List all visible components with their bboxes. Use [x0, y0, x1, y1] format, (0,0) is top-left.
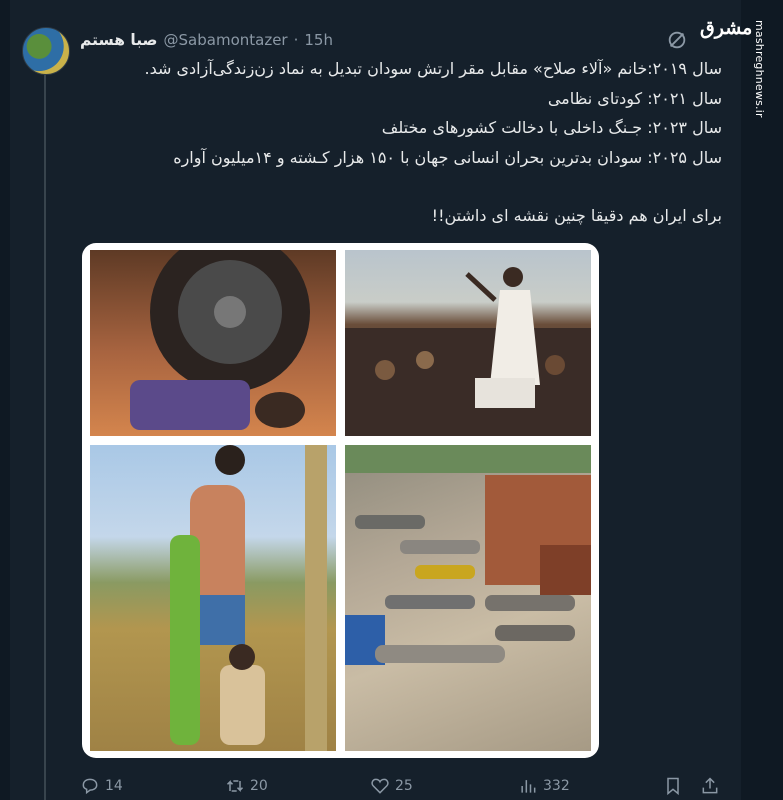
photo-tree[interactable]	[90, 445, 336, 751]
avatar[interactable]	[22, 27, 70, 75]
tweet-time[interactable]: 15h	[304, 31, 333, 49]
repost-count: 20	[250, 778, 268, 794]
tweet-text: سال ۲۰۱۹:خانم «آلاء صلاح» مقابل مقر ارتش…	[82, 54, 722, 231]
display-name[interactable]: صبا هستم	[80, 31, 158, 49]
reply-count: 14	[105, 778, 123, 794]
tweet-line: برای ایران هم دقیقا چنین نقشه ای داشتن!!	[431, 206, 722, 225]
photo-crowd[interactable]	[345, 250, 591, 436]
media-grid[interactable]	[82, 243, 599, 758]
tweet-header: صبا هستم @Sabamontazer · 15h	[80, 28, 690, 52]
separator-dot: ·	[293, 31, 299, 49]
repost-button[interactable]: 20	[225, 776, 268, 796]
bookmark-button[interactable]	[663, 776, 683, 796]
share-icon	[702, 777, 718, 794]
thread-line	[44, 40, 46, 800]
tweet-line: سال ۲۰۲۵: سودان بدترین بحران انسانی جهان…	[173, 147, 722, 167]
repost-icon	[226, 780, 244, 792]
watermark-logo: مشرق	[700, 17, 753, 39]
heart-icon	[371, 778, 389, 794]
bookmark-icon	[667, 777, 679, 796]
action-bar: 14 20 25 332	[80, 776, 720, 800]
photo-ground[interactable]	[345, 445, 591, 751]
user-handle[interactable]: @Sabamontazer	[164, 31, 288, 49]
views-icon	[521, 780, 536, 793]
tweet-line: سال ۲۰۲۱: کودتای نظامی	[547, 88, 722, 108]
tweet-line: سال ۲۰۲۳: جـنگ داخلی با دخالت کشورهای مخ…	[381, 118, 722, 137]
grok-icon[interactable]	[666, 29, 688, 51]
views-count: 332	[543, 778, 570, 794]
share-button[interactable]	[700, 776, 720, 796]
tweet-line: سال ۲۰۱۹:خانم «آلاء صلاح» مقابل مقر ارتش…	[144, 59, 722, 78]
like-button[interactable]: 25	[370, 776, 413, 796]
views-button[interactable]: 332	[518, 776, 570, 796]
screenshot-frame-left	[0, 0, 10, 800]
watermark-site: mashreghnews.ir	[753, 20, 766, 118]
reply-icon	[82, 778, 98, 795]
reply-button[interactable]: 14	[80, 776, 123, 796]
like-count: 25	[395, 778, 413, 794]
photo-tire[interactable]	[90, 250, 336, 436]
